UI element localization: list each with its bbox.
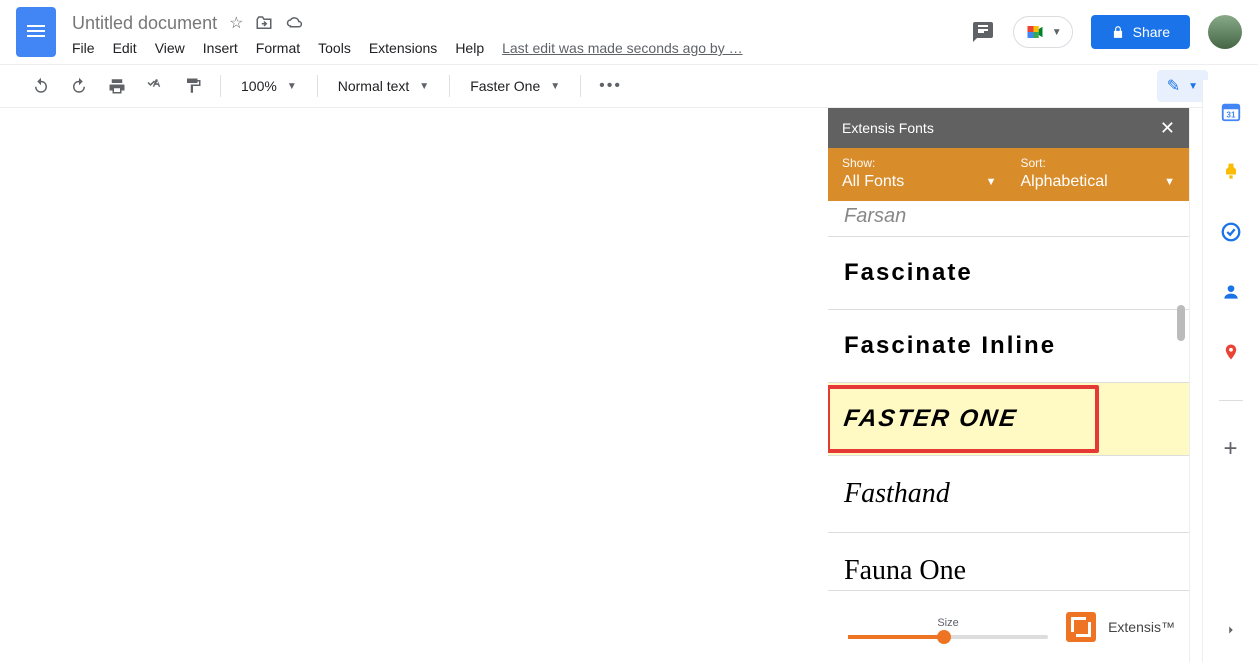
- menu-help[interactable]: Help: [455, 40, 484, 56]
- font-item-fauna-one[interactable]: Fauna One: [828, 533, 1189, 590]
- more-toolbar-button[interactable]: •••: [595, 73, 626, 99]
- menu-tools[interactable]: Tools: [318, 40, 351, 56]
- share-label: Share: [1133, 24, 1170, 40]
- font-list: Farsan Fascinate Fascinate Inline Faster…: [828, 201, 1189, 590]
- share-button[interactable]: Share: [1091, 15, 1190, 49]
- move-icon[interactable]: [255, 14, 273, 32]
- meet-button[interactable]: ▼: [1013, 16, 1073, 48]
- paint-format-button[interactable]: [180, 73, 206, 99]
- font-item-fascinate[interactable]: Fascinate: [828, 237, 1189, 310]
- print-button[interactable]: [104, 73, 130, 99]
- menu-file[interactable]: File: [72, 40, 95, 56]
- extensis-logo-icon: [1066, 612, 1096, 642]
- menu-bar: File Edit View Insert Format Tools Exten…: [72, 40, 743, 56]
- size-label: Size: [842, 617, 1054, 629]
- font-list-scrollbar[interactable]: [1177, 201, 1187, 590]
- toolbar: 100%▼ Normal text▼ Faster One▼ ••• ✎ ▼: [0, 64, 1258, 108]
- add-addon-button[interactable]: +: [1219, 437, 1243, 461]
- spellcheck-button[interactable]: [142, 73, 168, 99]
- style-dropdown[interactable]: Normal text▼: [332, 78, 435, 94]
- font-dropdown[interactable]: Faster One▼: [464, 78, 566, 94]
- menu-extensions[interactable]: Extensions: [369, 40, 437, 56]
- pencil-icon: ✎: [1167, 76, 1180, 96]
- last-edit-link[interactable]: Last edit was made seconds ago by …: [502, 40, 742, 56]
- document-title[interactable]: Untitled document: [72, 13, 217, 34]
- svg-text:31: 31: [1226, 111, 1236, 120]
- docs-logo[interactable]: [16, 7, 56, 57]
- tasks-icon[interactable]: [1219, 220, 1243, 244]
- size-slider[interactable]: [848, 635, 1048, 639]
- maps-icon[interactable]: [1219, 340, 1243, 364]
- menu-view[interactable]: View: [155, 40, 185, 56]
- sort-dropdown[interactable]: Alphabetical▼: [1021, 173, 1176, 191]
- comment-history-icon[interactable]: [971, 20, 995, 44]
- star-icon[interactable]: ☆: [229, 13, 243, 33]
- side-panel-rail: 31 +: [1202, 80, 1258, 662]
- cloud-status-icon[interactable]: [285, 14, 305, 32]
- calendar-icon[interactable]: 31: [1219, 100, 1243, 124]
- menu-edit[interactable]: Edit: [113, 40, 137, 56]
- undo-button[interactable]: [28, 73, 54, 99]
- font-item-faster-one[interactable]: Faster One: [828, 383, 1189, 456]
- redo-button[interactable]: [66, 73, 92, 99]
- collapse-rail-button[interactable]: [1219, 618, 1243, 642]
- contacts-icon[interactable]: [1219, 280, 1243, 304]
- font-item-farsan[interactable]: Farsan: [828, 201, 1189, 237]
- editing-mode-button[interactable]: ✎ ▼: [1157, 70, 1208, 102]
- extensis-brand: Extensis™: [1108, 619, 1175, 635]
- menu-format[interactable]: Format: [256, 40, 300, 56]
- font-item-fasthand[interactable]: Fasthand: [828, 456, 1189, 533]
- sort-label: Sort:: [1021, 156, 1176, 170]
- panel-title: Extensis Fonts: [842, 120, 934, 136]
- account-avatar[interactable]: [1208, 15, 1242, 49]
- font-item-fascinate-inline[interactable]: Fascinate Inline: [828, 310, 1189, 383]
- close-panel-button[interactable]: ✕: [1160, 118, 1175, 139]
- menu-insert[interactable]: Insert: [203, 40, 238, 56]
- zoom-dropdown[interactable]: 100%▼: [235, 78, 303, 94]
- extensis-fonts-panel: Extensis Fonts ✕ Show: All Fonts▼ Sort: …: [828, 108, 1190, 662]
- show-label: Show:: [842, 156, 997, 170]
- show-dropdown[interactable]: All Fonts▼: [842, 173, 997, 191]
- keep-icon[interactable]: [1219, 160, 1243, 184]
